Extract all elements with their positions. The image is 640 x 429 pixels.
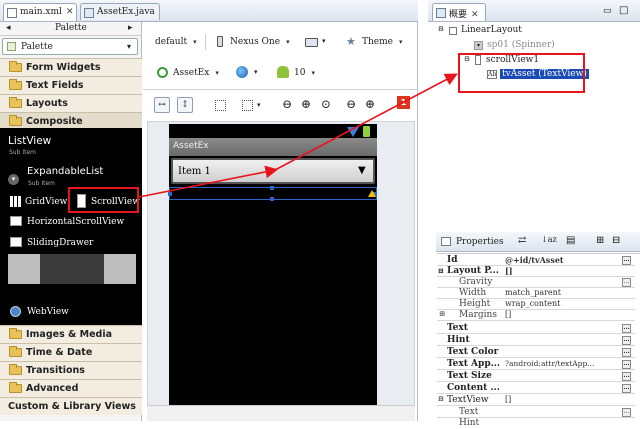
arrow-to-outline xyxy=(274,73,458,171)
arrow-to-canvas xyxy=(138,165,279,198)
annotation-arrows xyxy=(138,73,458,198)
